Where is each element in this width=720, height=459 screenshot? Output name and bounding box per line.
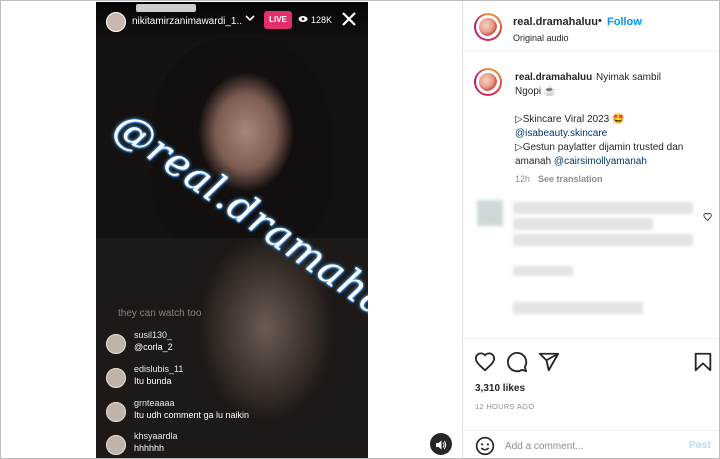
caption-mention-link[interactable]: @isabeauty.skincare bbox=[515, 128, 607, 139]
avatar bbox=[106, 435, 126, 455]
caption-text: ▷Gestun paylatter dijamin trusted dan bbox=[515, 142, 684, 153]
post-author-username[interactable]: real.dramahaluu bbox=[513, 16, 598, 28]
blurred-avatar bbox=[477, 200, 503, 226]
live-comment: grnteaaaa Itu udh comment ga lu naikin bbox=[106, 398, 356, 424]
instagram-post-modal: nikitamirzanimawardi_1... LIVE 128K @rea… bbox=[0, 0, 720, 459]
post-panel: real.dramahaluu • Follow Original audio … bbox=[462, 2, 719, 458]
comment-like-heart-icon[interactable] bbox=[703, 209, 715, 222]
add-comment-bar: Post bbox=[463, 430, 719, 458]
see-translation-link[interactable]: See translation bbox=[538, 174, 603, 184]
caption-mention-link[interactable]: @cairsimollyamanah bbox=[554, 156, 647, 167]
avatar[interactable] bbox=[474, 13, 502, 41]
emoji-icon[interactable] bbox=[475, 436, 495, 456]
comment-text: Itu udh comment ga lu naikin bbox=[134, 410, 250, 420]
caption-time: 12h bbox=[515, 174, 531, 184]
comment-text: hhhhhh bbox=[134, 443, 165, 453]
audio-label[interactable]: Original audio bbox=[513, 33, 569, 43]
live-note-bubble bbox=[136, 4, 196, 12]
faint-comment: they can watch too bbox=[118, 308, 202, 319]
avatar bbox=[106, 368, 126, 388]
share-plane-icon[interactable] bbox=[538, 351, 560, 373]
comment-username: susil130_ bbox=[134, 330, 173, 340]
post-comment-button[interactable]: Post bbox=[689, 440, 711, 451]
separator-dot: • bbox=[598, 15, 602, 27]
live-video[interactable]: nikitamirzanimawardi_1... LIVE 128K @rea… bbox=[96, 2, 368, 458]
caption-text-segment: amanah bbox=[515, 156, 554, 167]
eye-icon bbox=[298, 15, 308, 25]
viewer-count: 128K bbox=[298, 12, 338, 28]
live-host-username: nikitamirzanimawardi_1... bbox=[132, 16, 242, 27]
avatar bbox=[106, 402, 126, 422]
live-host-avatar bbox=[106, 12, 126, 32]
comment-username: grnteaaaa bbox=[134, 398, 175, 408]
comment-bubble-icon[interactable] bbox=[506, 351, 528, 373]
post-header: real.dramahaluu • Follow Original audio bbox=[463, 2, 719, 52]
comment-text: Itu bunda bbox=[134, 376, 172, 386]
live-comment: susil130_ @corla_2 bbox=[106, 330, 356, 356]
bookmark-icon[interactable] bbox=[692, 351, 714, 373]
live-comment: edislubis_11 Itu bunda bbox=[106, 364, 356, 390]
blurred-comment bbox=[513, 302, 643, 314]
live-top-bar: nikitamirzanimawardi_1... LIVE 128K bbox=[96, 2, 368, 44]
blurred-comment bbox=[513, 202, 693, 214]
comment-username: edislubis_11 bbox=[134, 364, 184, 374]
caption-username[interactable]: real.dramahaluu bbox=[515, 72, 592, 83]
comment-username: khsyaardla bbox=[134, 431, 178, 441]
caption-text: amanah @cairsimollyamanah bbox=[515, 156, 647, 167]
avatar[interactable] bbox=[474, 68, 502, 96]
blurred-comment bbox=[513, 218, 653, 230]
chevron-down-icon[interactable] bbox=[244, 12, 258, 28]
comment-text: @corla_2 bbox=[134, 342, 173, 352]
media-area: nikitamirzanimawardi_1... LIVE 128K @rea… bbox=[2, 2, 461, 458]
avatar bbox=[106, 334, 126, 354]
follow-button[interactable]: Follow bbox=[607, 16, 642, 28]
blurred-comment bbox=[513, 234, 693, 246]
like-heart-icon[interactable] bbox=[474, 351, 496, 373]
live-comment: khsyaardla hhhhhh bbox=[106, 431, 356, 457]
caption-text: Nyimak sambil bbox=[596, 72, 662, 83]
caption-text: ▷Skincare Viral 2023 🤩 bbox=[515, 114, 625, 125]
post-actions bbox=[463, 338, 719, 384]
blurred-comment bbox=[513, 266, 573, 276]
post-caption: real.dramahaluu Nyimak sambil Ngopi ☕ ▷S… bbox=[463, 64, 719, 194]
likes-count[interactable]: 3,310 likes bbox=[475, 383, 525, 394]
caption-text: Ngopi ☕ bbox=[515, 86, 557, 97]
speaker-icon bbox=[435, 438, 447, 456]
viewer-count-label: 128K bbox=[311, 15, 333, 25]
post-timestamp: 12 HOURS AGO bbox=[475, 402, 535, 411]
live-badge: LIVE bbox=[264, 11, 292, 29]
caption-meta: 12h See translation bbox=[515, 174, 603, 184]
comment-input[interactable] bbox=[505, 437, 675, 455]
close-icon[interactable] bbox=[340, 10, 360, 30]
audio-toggle-button[interactable] bbox=[430, 433, 452, 455]
